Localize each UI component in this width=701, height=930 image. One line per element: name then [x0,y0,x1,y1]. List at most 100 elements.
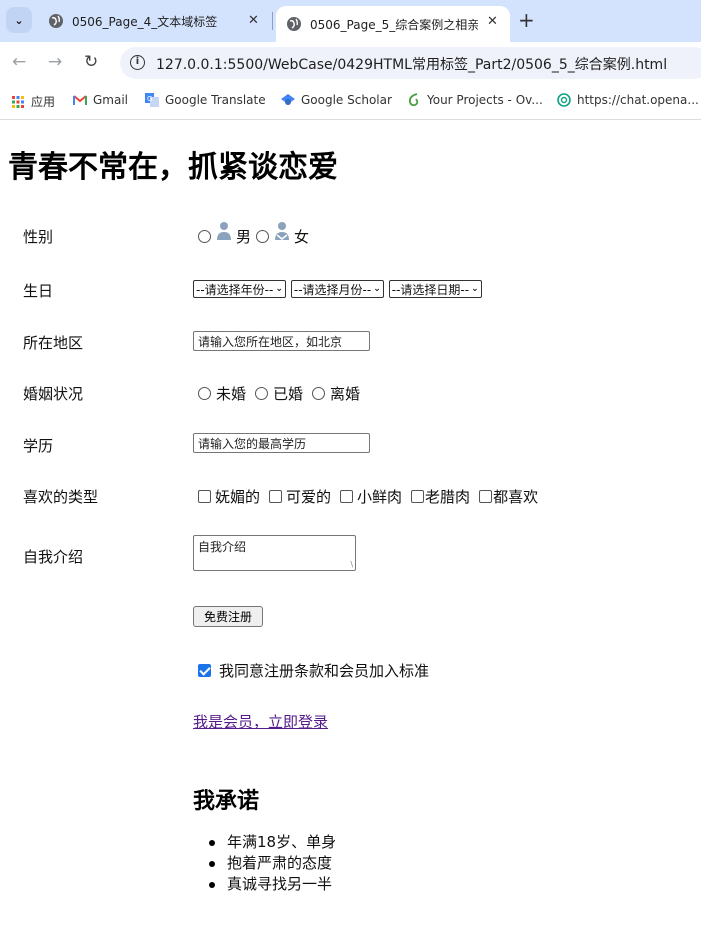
bullet-icon [209,860,215,867]
pref-all-label: 都喜欢 [493,488,539,506]
gender-female-radio[interactable] [256,229,270,243]
overleaf-icon [408,93,419,107]
education-input[interactable]: 请输入您的最高学历 [193,433,370,453]
new-tab-button[interactable]: + [518,8,535,32]
month-select-value: --请选择月份-- [293,282,372,297]
pref-young-checkbox[interactable] [340,490,354,503]
tab-title: 0506_Page_5_综合案例之相亲 [310,17,478,32]
tab-page-5[interactable]: 0506_Page_5_综合案例之相亲 ✕ [276,6,510,42]
promise-item-text: 年满18岁、单身 [227,833,337,851]
day-select[interactable]: --请选择日期-- ⌄ [388,280,482,298]
education-label: 学历 [23,437,54,455]
address-bar[interactable]: i 127.0.0.1:5500/WebCase/0429HTML常用标签_Pa… [120,47,701,79]
svg-text:G: G [147,95,152,103]
year-select-value: --请选择年份-- [196,282,274,297]
birthday-selects: --请选择年份-- ⌄ --请选择月份-- ⌄ --请选择日期-- ⌄ [193,280,487,298]
url-text[interactable]: 127.0.0.1:5500/WebCase/0429HTML常用标签_Part… [156,54,667,74]
scholar-icon [281,94,295,105]
tab-divider [272,12,273,30]
gender-options: 男 女 [193,222,310,248]
reload-icon[interactable]: ↻ [84,52,98,72]
marital-options: 未婚 已婚 离婚 [193,383,360,404]
preferences-label: 喜欢的类型 [23,488,99,506]
info-icon[interactable]: i [130,55,145,70]
bookmark-label: Gmail [93,93,129,107]
gender-male-label: 男 [236,227,252,246]
tab-page-4[interactable]: 0506_Page_4_文本域标签 ✕ [40,0,270,42]
resize-grip-icon[interactable]: ∖ [349,560,354,569]
intro-textarea-placeholder: 自我介绍 [198,540,247,554]
marital-married-label: 已婚 [273,385,304,403]
year-select[interactable]: --请选择年份-- ⌄ [193,280,286,298]
pref-all-checkbox[interactable] [479,490,493,503]
gender-label: 性别 [23,228,54,246]
marital-single-radio[interactable] [198,387,211,400]
list-item: 年满18岁、单身 [193,832,336,853]
day-select-value: --请选择日期-- [391,282,470,297]
agree-row: 我同意注册条款和会员加入标准 [193,660,429,681]
pref-cute-label: 可爱的 [286,488,332,506]
bookmark-overleaf[interactable]: Your Projects - Ov... [407,93,543,107]
birthday-label: 生日 [23,282,54,300]
back-arrow-icon[interactable]: ← [12,52,26,72]
pref-young-label: 小鲜肉 [357,488,403,506]
close-icon[interactable]: ✕ [248,13,259,28]
list-item: 抱着严肃的态度 [193,853,336,874]
female-user-icon [275,222,290,241]
browser-toolbar: ← → ↻ i 127.0.0.1:5500/WebCase/0429HTML常… [0,42,701,85]
page-title: 青春不常在，抓紧谈恋爱 [8,150,338,185]
marital-divorced-label: 离婚 [330,385,361,403]
apps-grid-icon [12,95,24,108]
region-field-wrap: 请输入您所在地区，如北京 [193,331,370,351]
pref-mature-label: 老腊肉 [425,488,471,506]
gender-female-label: 女 [294,227,310,246]
promise-heading: 我承诺 [193,789,260,814]
bookmark-google-translate[interactable]: G Google Translate [145,93,266,107]
agree-checkbox[interactable] [198,664,211,677]
marital-married-radio[interactable] [255,387,269,400]
marital-divorced-radio[interactable] [312,387,326,400]
pref-charming-label: 妩媚的 [215,488,261,506]
marital-single-label: 未婚 [216,385,247,403]
region-input-placeholder: 请输入您所在地区，如北京 [198,335,343,349]
bookmark-apps[interactable]: 应用 [11,93,55,110]
promise-item-text: 真诚寻找另一半 [227,875,333,893]
pref-cute-checkbox[interactable] [269,490,283,503]
pref-charming-checkbox[interactable] [198,490,211,503]
forward-arrow-icon[interactable]: → [48,52,62,72]
month-select[interactable]: --请选择月份-- ⌄ [290,280,384,298]
pref-mature-checkbox[interactable] [411,490,425,503]
member-login-link[interactable]: 我是会员，立即登录 [193,711,328,732]
tab-search-button[interactable]: ⌄ [6,7,32,33]
intro-label: 自我介绍 [23,548,84,566]
tab-title: 0506_Page_4_文本域标签 [72,14,218,29]
education-input-placeholder: 请输入您的最高学历 [198,437,307,451]
openai-icon [557,93,571,107]
promise-item-text: 抱着严肃的态度 [227,854,333,872]
bullet-icon [209,839,215,846]
chevron-down-icon: ⌄ [471,284,479,294]
chevron-down-icon: ⌄ [14,13,24,27]
intro-textarea[interactable]: 自我介绍 ∖ [193,535,356,571]
agree-label: 我同意注册条款和会员加入标准 [219,662,430,680]
promise-list: 年满18岁、单身 抱着严肃的态度 真诚寻找另一半 [193,832,336,895]
gmail-icon [73,95,87,105]
translate-icon: G [145,93,159,107]
male-user-icon [217,222,231,240]
bookmarks-bar: 应用 Gmail G Google Translate Google Schol… [0,85,701,120]
region-label: 所在地区 [23,334,84,352]
register-button[interactable]: 免费注册 [193,606,263,627]
list-item: 真诚寻找另一半 [193,874,336,895]
bullet-icon [209,881,215,888]
bookmark-chatgpt[interactable]: https://chat.opena... [557,93,699,107]
bookmark-label: https://chat.opena... [577,93,699,107]
close-icon[interactable]: ✕ [487,14,498,29]
bookmark-label: Google Scholar [301,93,392,107]
bookmark-label: Google Translate [165,93,266,107]
bookmark-google-scholar[interactable]: Google Scholar [281,93,392,107]
region-input[interactable]: 请输入您所在地区，如北京 [193,331,370,351]
gender-male-radio[interactable] [198,229,211,243]
globe-icon [49,14,63,28]
bookmark-label: Your Projects - Ov... [427,93,543,107]
bookmark-gmail[interactable]: Gmail [73,93,128,107]
